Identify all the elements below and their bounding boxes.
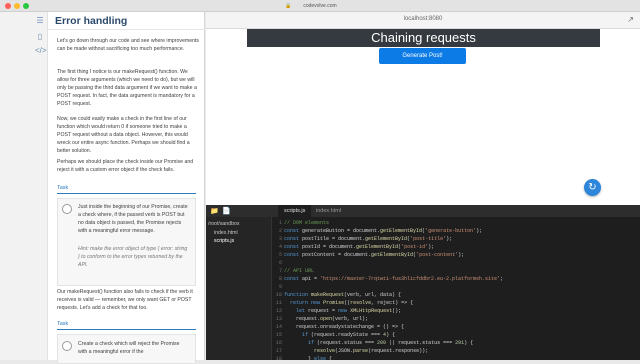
code-line[interactable]: 10 function makeRequest(verb, url, data) … xyxy=(272,291,640,299)
line-number: 15 xyxy=(275,332,282,338)
close-window-button[interactable] xyxy=(5,3,11,9)
code-line[interactable]: 16 if (request.status === 200 || request… xyxy=(272,339,640,347)
code-line[interactable]: 4 const postId = document.getElementById(… xyxy=(272,243,640,251)
file-scripts-js[interactable]: scripts.js xyxy=(214,238,234,244)
code-text[interactable]: if (request.readyState === 4) { xyxy=(284,331,395,339)
task-heading: Task xyxy=(57,185,69,191)
line-number: 16 xyxy=(275,340,282,346)
tab-index-html[interactable]: index.html xyxy=(310,205,347,217)
task-heading: Task xyxy=(57,321,69,327)
code-line[interactable]: 9 xyxy=(272,283,640,291)
code-line[interactable]: 14 request.onreadystatechange = () => { xyxy=(272,323,640,331)
new-file-icon[interactable]: 📄 xyxy=(222,207,231,215)
page-title: Chaining requests xyxy=(247,29,600,47)
code-line[interactable]: 5 const postContent = document.getElement… xyxy=(272,251,640,259)
line-number: 7 xyxy=(278,268,282,274)
new-folder-icon[interactable]: 📁 xyxy=(210,207,219,215)
lesson-title: Error handling xyxy=(55,15,128,27)
task-divider xyxy=(57,329,196,330)
code-line[interactable]: 11 return new Promise((resolve, reject) … xyxy=(272,299,640,307)
code-text[interactable]: return new Promise((resolve, reject) => … xyxy=(284,299,413,307)
line-number: 4 xyxy=(278,244,282,250)
code-line[interactable]: 8 const api = 'https://master-7rqtwti-fus… xyxy=(272,275,640,283)
minimize-window-button[interactable] xyxy=(14,3,20,9)
code-line[interactable]: 2 const generateButton = document.getElem… xyxy=(272,227,640,235)
browser-address-bar[interactable]: codevolve.com xyxy=(270,2,370,10)
code-text[interactable]: // API URL xyxy=(284,267,314,275)
code-text[interactable]: const generateButton = document.getEleme… xyxy=(284,227,482,235)
task-divider xyxy=(57,193,196,194)
line-number: 9 xyxy=(278,284,282,290)
code-line[interactable]: 13 request.open(verb, url); xyxy=(272,315,640,323)
generate-post-button[interactable]: Generate Post! xyxy=(379,48,466,64)
tab-scripts-js[interactable]: scripts.js xyxy=(278,205,312,217)
code-line[interactable]: 15 if (request.readyState === 4) { xyxy=(272,331,640,339)
file-explorer-toolbar: 📁 📄 xyxy=(206,205,272,217)
lesson-paragraph: Our makeRequest() function also fails to… xyxy=(57,289,193,311)
maximize-window-button[interactable] xyxy=(23,3,29,9)
lesson-paragraph: The first thing I notice is our makeRequ… xyxy=(57,69,197,107)
code-text[interactable]: if (request.status === 200 || request.st… xyxy=(284,339,473,347)
code-line[interactable]: 12 let request = new XMLHttpRequest(); xyxy=(272,307,640,315)
external-link-icon[interactable]: ↗ xyxy=(627,15,634,24)
code-line[interactable]: 3 const postTitle = document.getElementBy… xyxy=(272,235,640,243)
code-text[interactable]: resolve(JSON.parse(request.response)); xyxy=(284,347,428,355)
line-number: 14 xyxy=(275,324,282,330)
code-icon[interactable]: </> xyxy=(35,46,47,56)
lesson-paragraph: Let's go down through our code and see w… xyxy=(57,38,200,52)
code-text[interactable]: request.open(verb, url); xyxy=(284,315,368,323)
refresh-icon[interactable]: ↻ xyxy=(584,179,601,196)
code-text[interactable]: const postTitle = document.getElementByI… xyxy=(284,235,452,243)
line-number: 11 xyxy=(275,300,282,306)
code-line[interactable]: 18 } else { xyxy=(272,355,640,360)
code-text[interactable]: } else { xyxy=(284,355,332,360)
line-number: 13 xyxy=(275,316,282,322)
code-text[interactable]: // DOM elements xyxy=(284,219,329,227)
line-number: 10 xyxy=(275,292,282,298)
code-editor: 📁 📄 /root/sandbox index.html scripts.js … xyxy=(206,205,640,360)
editor-tabs: scripts.js index.html xyxy=(272,205,640,217)
code-line[interactable]: 7// API URL xyxy=(272,267,640,275)
task-complete-checkbox[interactable] xyxy=(62,341,72,351)
line-number: 1 xyxy=(278,220,282,226)
code-text[interactable]: request.onreadystatechange = () => { xyxy=(284,323,404,331)
bookmark-icon[interactable]: ▯ xyxy=(35,32,45,42)
line-number: 6 xyxy=(278,260,282,266)
browser-toolbar: 🔒 codevolve.com xyxy=(0,0,640,12)
line-number: 17 xyxy=(275,348,282,354)
preview-url[interactable]: localhost:8080 xyxy=(206,16,640,22)
preview-pane: Chaining requests Generate Post! ↻ xyxy=(206,29,640,205)
task-complete-checkbox[interactable] xyxy=(62,204,72,214)
lesson-sidebar-rail: ☰ ▯ </> xyxy=(0,12,48,360)
menu-icon[interactable]: ☰ xyxy=(35,16,45,26)
task-description: Just inside the beginning of our Promise… xyxy=(78,204,188,234)
preview-address-bar: localhost:8080 ↗ xyxy=(206,12,640,29)
code-line[interactable]: 17 resolve(JSON.parse(request.response))… xyxy=(272,347,640,355)
code-line[interactable]: 6 xyxy=(272,259,640,267)
code-text[interactable]: const postId = document.getElementById('… xyxy=(284,243,434,251)
task-description: Create a check which will reject the Pro… xyxy=(78,341,180,355)
file-explorer: 📁 📄 /root/sandbox index.html scripts.js xyxy=(206,205,272,360)
line-number: 5 xyxy=(278,252,282,258)
code-text[interactable]: const postContent = document.getElementB… xyxy=(284,251,464,259)
lesson-paragraph: Perhaps we should place the check inside… xyxy=(57,159,194,173)
file-index-html[interactable]: index.html xyxy=(214,230,238,236)
lesson-paragraph: Now, we could easily make a check in the… xyxy=(57,116,190,154)
divider xyxy=(48,29,205,30)
code-text[interactable]: function makeRequest(verb, url, data) { xyxy=(284,291,401,299)
code-text[interactable]: let request = new XMLHttpRequest(); xyxy=(284,307,401,315)
line-number: 3 xyxy=(278,236,282,242)
line-number: 12 xyxy=(275,308,282,314)
folder-root[interactable]: /root/sandbox xyxy=(208,221,239,227)
code-text[interactable]: const api = 'https://master-7rqtwti-fus3… xyxy=(284,275,503,283)
code-line[interactable]: 1// DOM elements xyxy=(272,219,640,227)
line-number: 2 xyxy=(278,228,282,234)
code-area[interactable]: 1// DOM elements 2 const generateButton = … xyxy=(272,217,640,360)
lesson-panel: ☰ ▯ </> Error handling Let's go down thr… xyxy=(0,12,205,364)
task-hint: Hint: make the error object of type { er… xyxy=(78,246,188,268)
line-number: 18 xyxy=(275,356,282,360)
line-number: 8 xyxy=(278,276,282,282)
